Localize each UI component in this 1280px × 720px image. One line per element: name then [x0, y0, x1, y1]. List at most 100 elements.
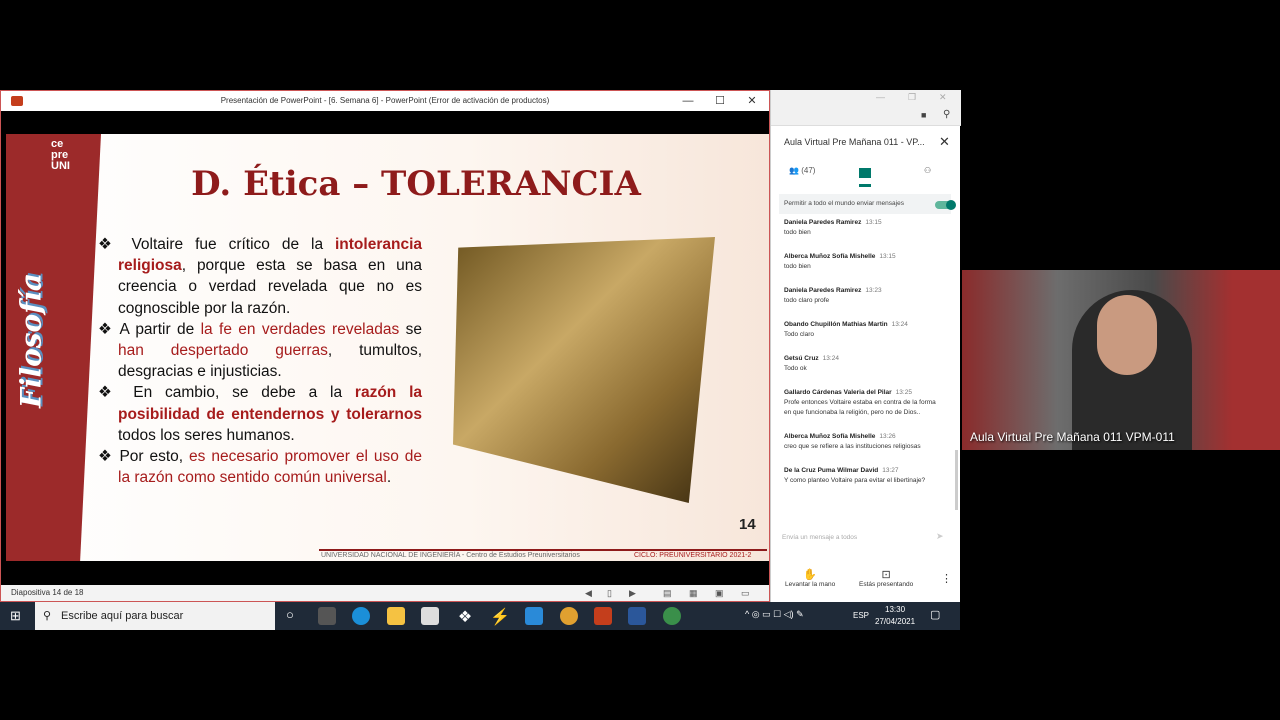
notifications-icon[interactable]: ▢ — [930, 608, 940, 621]
previous-icon[interactable]: ◀ — [585, 585, 592, 601]
sender-name: Daniela Paredes Ramirez — [784, 287, 862, 294]
message-text: Y como planteo Voltaire para evitar el l… — [784, 477, 926, 484]
footer-left: UNIVERSIDAD NACIONAL DE INGENIERÍA - Cen… — [321, 552, 580, 559]
page-number: 14 — [739, 516, 756, 533]
taskbar: ⊞ ⚲ Escribe aquí para buscar ○ ❖ ⚡ ^ ◎ ▭ … — [0, 602, 960, 630]
message-text: todo bien — [784, 229, 811, 236]
presenting-button[interactable]: ⊡ Estás presentando — [859, 568, 913, 588]
slide-counter: Diapositiva 14 de 18 — [11, 588, 84, 597]
presenter-video: Aula Virtual Pre Mañana 011 VPM-011 — [962, 270, 1280, 450]
sender-name: Daniela Paredes Ramirez — [784, 219, 862, 226]
tab-chat-icon[interactable] — [859, 168, 871, 178]
presenter-face — [1097, 295, 1157, 375]
allow-messages-setting: Permitir a todo el mundo enviar mensajes — [779, 194, 956, 214]
chrome-profile-icon[interactable] — [663, 607, 681, 625]
cepre-uni-logo: ce pre UNI — [51, 138, 70, 172]
camera-icon[interactable]: ■ — [921, 110, 926, 120]
store-icon[interactable] — [421, 607, 439, 625]
message-time: 13:15 — [879, 253, 896, 260]
sender-name: De la Cruz Puma Wilmar David — [784, 467, 879, 474]
present-icon: ⊡ — [881, 569, 891, 581]
message-input[interactable]: Envía un mensaje a todos — [782, 534, 857, 541]
powerpoint-icon — [11, 96, 23, 106]
chat-message: Obando Chupillón Mathias Martin 13:24 Todo… — [784, 320, 944, 340]
message-time: 13:15 — [865, 219, 882, 226]
mail-icon[interactable] — [525, 607, 543, 625]
normal-view-icon[interactable]: ▤ — [663, 585, 672, 601]
sender-name: Alberca Muñoz Sofía Mishelle — [784, 253, 876, 260]
task-view-icon[interactable] — [318, 607, 336, 625]
sender-name: Gallardo Cárdenas Valeria del Pilar — [784, 389, 892, 396]
message-text: todo bien — [784, 263, 811, 270]
tab-participants[interactable]: 👥 (47) — [789, 166, 815, 175]
message-time: 13:25 — [895, 389, 912, 396]
message-text: Todo claro — [784, 331, 814, 338]
slideshow-icon[interactable]: ▭ — [741, 585, 750, 601]
message-text: Profe entonces Voltaire estaba en contra… — [784, 399, 936, 416]
windows-start-icon[interactable]: ⊞ — [10, 608, 21, 624]
chat-message: Daniela Paredes Ramirez 13:23 todo claro p… — [784, 286, 944, 306]
message-time: 13:23 — [865, 287, 882, 294]
chat-message: Getsú Cruz 13:24 Todo ok — [784, 354, 944, 374]
reading-view-icon[interactable]: ▣ — [715, 585, 724, 601]
language-indicator[interactable]: ESP — [853, 611, 869, 620]
maximize-button[interactable]: ☐ — [705, 91, 735, 111]
bullet: ❖ Por esto, es necesario promover el uso… — [98, 448, 423, 487]
file-explorer-icon[interactable] — [387, 607, 405, 625]
message-time: 13:24 — [822, 355, 839, 362]
message-time: 13:24 — [891, 321, 908, 328]
message-text: todo claro profe — [784, 297, 830, 304]
edge-icon[interactable] — [352, 607, 370, 625]
cortana-icon[interactable]: ○ — [286, 607, 294, 622]
message-time: 13:26 — [879, 433, 896, 440]
sender-name: Alberca Muñoz Sofía Mishelle — [784, 433, 876, 440]
subject-label: Filosofía — [14, 272, 48, 409]
footer-divider — [319, 549, 767, 551]
chat-message: Alberca Muñoz Sofía Mishelle 13:26 creo qu… — [784, 432, 944, 452]
close-button[interactable]: ✕ — [737, 91, 767, 111]
dropbox-icon[interactable]: ❖ — [456, 607, 474, 626]
sender-name: Obando Chupillón Mathias Martin — [784, 321, 888, 328]
taskbar-search[interactable]: ⚲ Escribe aquí para buscar — [35, 602, 275, 630]
tab-activities-icon[interactable]: ⚇ — [924, 166, 931, 175]
sender-name: Getsú Cruz — [784, 355, 819, 362]
scrollbar[interactable] — [955, 450, 958, 510]
chat-window-bar: — ❐ ✕ ■ ⚲ — [771, 90, 961, 126]
active-tab-indicator — [859, 184, 871, 187]
allow-messages-toggle[interactable] — [935, 200, 956, 210]
meet-chat-panel: — ❐ ✕ ■ ⚲ Aula Virtual Pre Mañana 011 - … — [770, 90, 961, 602]
people-icon: 👥 — [789, 166, 799, 175]
bullet-list: ❖ Voltaire fue crítico de la intoleranci… — [98, 234, 422, 488]
title-bar: Presentación de PowerPoint - [6. Semana … — [1, 91, 769, 111]
minimize-button[interactable]: — — [673, 91, 703, 111]
next-icon[interactable]: ▶ — [629, 585, 636, 601]
voltaire-engraving-image — [453, 237, 715, 503]
close-button[interactable]: ✕ — [939, 92, 947, 103]
hand-icon: ✋ — [803, 569, 817, 581]
raise-hand-button[interactable]: ✋ Levantar la mano — [785, 568, 835, 588]
restore-button[interactable]: ❐ — [908, 92, 916, 103]
app-icon[interactable]: ⚡ — [490, 607, 510, 626]
bullet: ❖ Voltaire fue crítico de la intoleranci… — [98, 236, 422, 317]
chat-message: Gallardo Cárdenas Valeria del Pilar 13:25… — [784, 388, 944, 418]
notes-icon[interactable]: ▯ — [607, 585, 612, 601]
message-time: 13:27 — [882, 467, 899, 474]
close-panel-icon[interactable]: ✕ — [939, 134, 950, 150]
chat-message: Alberca Muñoz Sofía Mishelle 13:15 todo bi… — [784, 252, 944, 272]
bullet: ❖ En cambio, se debe a la razón la posib… — [98, 384, 423, 444]
powerpoint-taskbar-icon[interactable] — [594, 607, 612, 625]
powerpoint-window: Presentación de PowerPoint - [6. Semana … — [0, 90, 770, 602]
meeting-title: Aula Virtual Pre Mañana 011 - VP... — [784, 137, 925, 147]
chrome-icon[interactable] — [560, 607, 578, 625]
message-text: Todo ok — [784, 365, 807, 372]
search-icon[interactable]: ⚲ — [943, 109, 950, 120]
chat-message: Daniela Paredes Ramirez 13:15 todo bien — [784, 218, 944, 238]
word-icon[interactable] — [628, 607, 646, 625]
slide: ce pre UNI Filosofía D. Ética – TOLERANCIA… — [6, 134, 769, 561]
system-tray-icons[interactable]: ^ ◎ ▭ ☐ ◁) ✎ — [745, 609, 804, 620]
clock[interactable]: 13:30 27/04/2021 — [875, 604, 915, 628]
send-icon[interactable]: ➤ — [936, 531, 944, 542]
more-options-icon[interactable]: ⋮ — [941, 572, 952, 585]
minimize-button[interactable]: — — [876, 92, 885, 102]
slide-sorter-icon[interactable]: ▦ — [689, 585, 698, 601]
